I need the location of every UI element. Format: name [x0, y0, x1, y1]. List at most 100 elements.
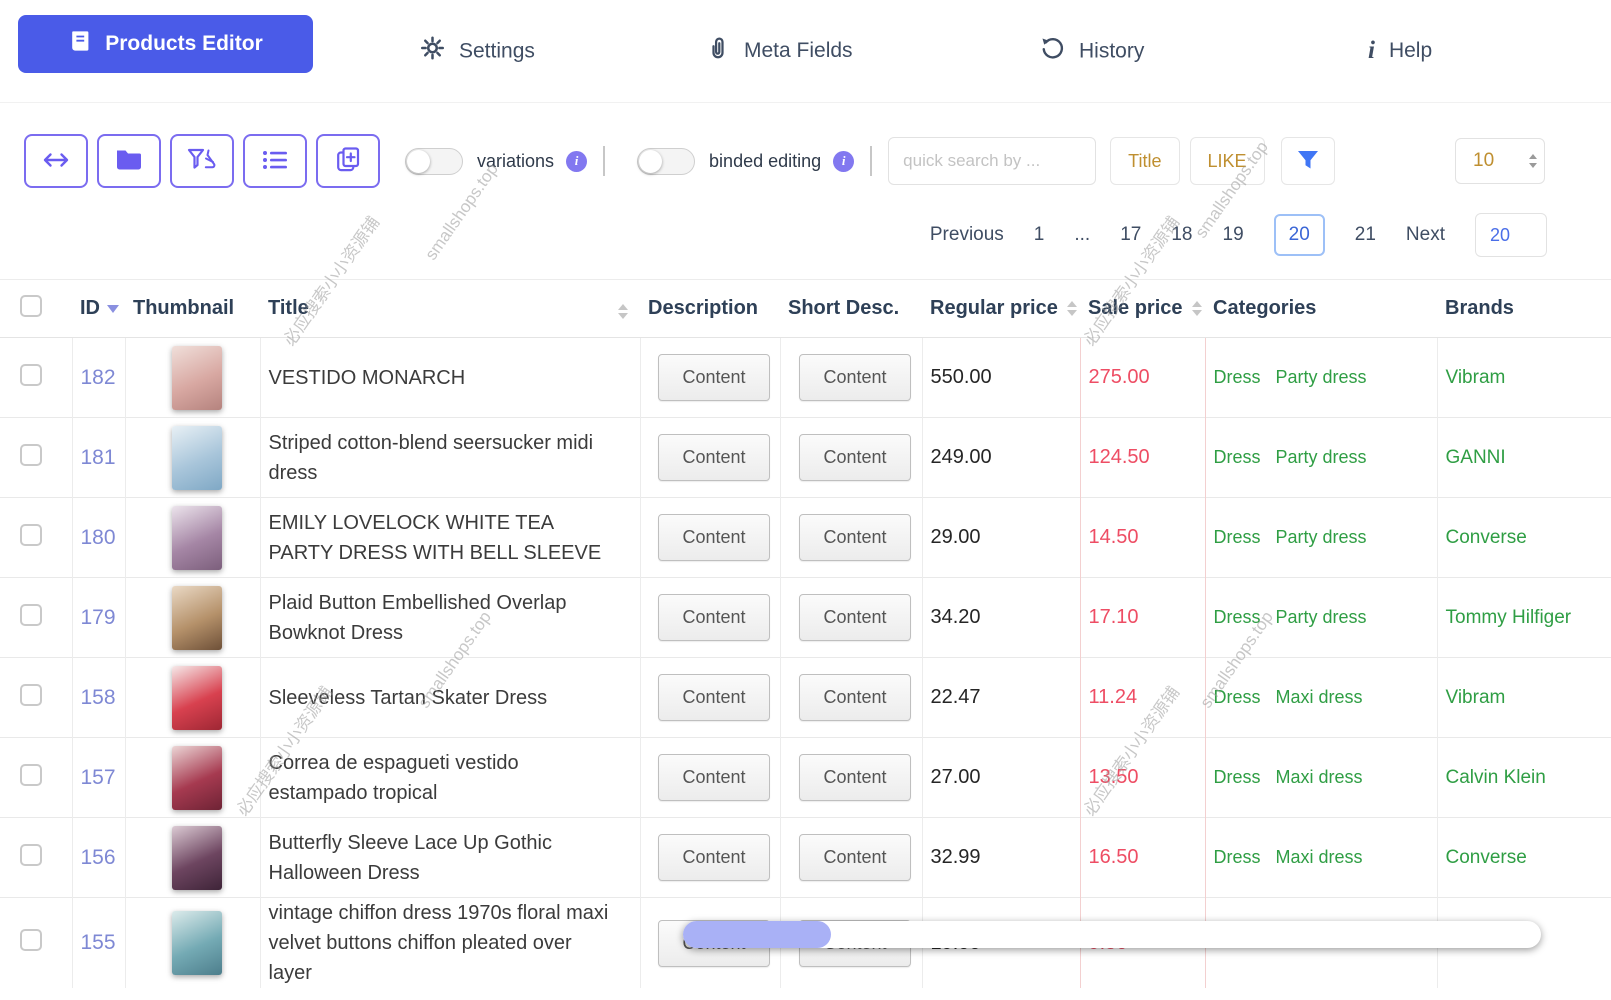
- description-content-button[interactable]: Content: [658, 754, 770, 801]
- tab-settings[interactable]: Settings: [420, 36, 535, 67]
- short-desc-content-button[interactable]: Content: [799, 834, 911, 881]
- search-operator-button[interactable]: LIKE: [1189, 137, 1265, 185]
- regular-price-value[interactable]: 34.20: [922, 577, 1081, 658]
- select-all-checkbox[interactable]: [20, 294, 42, 317]
- row-checkbox[interactable]: [20, 443, 42, 466]
- category-tag[interactable]: Dress: [1214, 607, 1261, 627]
- product-title[interactable]: Striped cotton-blend seersucker midi dre…: [260, 417, 641, 498]
- apply-filter-button[interactable]: [1280, 137, 1335, 185]
- row-checkbox[interactable]: [20, 683, 42, 706]
- short-desc-content-button[interactable]: Content: [799, 434, 911, 481]
- product-title[interactable]: Sleeveless Tartan Skater Dress: [260, 657, 641, 738]
- sale-price-value[interactable]: 13.50: [1080, 737, 1206, 818]
- sale-price-value[interactable]: 124.50: [1080, 417, 1206, 498]
- category-tag[interactable]: Dress: [1214, 367, 1261, 387]
- expand-columns-button[interactable]: [24, 134, 88, 188]
- product-brand[interactable]: Calvin Klein: [1437, 737, 1611, 818]
- variations-toggle[interactable]: [405, 147, 463, 175]
- sort-icon[interactable]: [1191, 301, 1202, 317]
- description-content-button[interactable]: Content: [658, 594, 770, 641]
- category-tag[interactable]: Dress: [1214, 767, 1261, 787]
- product-title[interactable]: Correa de espagueti vestido estampado tr…: [260, 737, 641, 818]
- tab-meta-fields[interactable]: Meta Fields: [706, 35, 853, 67]
- product-categories[interactable]: Dress Maxi dress: [1205, 657, 1438, 738]
- sale-price-value[interactable]: 14.50: [1080, 497, 1206, 578]
- product-thumbnail[interactable]: [171, 665, 222, 730]
- short-desc-content-button[interactable]: Content: [799, 354, 911, 401]
- open-folder-button[interactable]: [97, 134, 161, 188]
- product-brand[interactable]: Converse: [1437, 497, 1611, 578]
- category-tag[interactable]: Dress: [1214, 687, 1261, 707]
- header-regular-price[interactable]: Regular price: [922, 279, 1080, 338]
- short-desc-content-button[interactable]: Content: [799, 514, 911, 561]
- duplicate-add-button[interactable]: [316, 134, 380, 188]
- sale-price-value[interactable]: 16.50: [1080, 817, 1206, 898]
- description-content-button[interactable]: Content: [658, 834, 770, 881]
- tab-history[interactable]: History: [1040, 36, 1144, 67]
- product-title[interactable]: vintage chiffon dress 1970s floral maxi …: [260, 897, 641, 988]
- page-button-1[interactable]: 1: [1034, 224, 1045, 246]
- regular-price-value[interactable]: 22.47: [922, 657, 1081, 738]
- product-thumbnail[interactable]: [171, 345, 222, 410]
- category-tag[interactable]: Party dress: [1276, 527, 1367, 547]
- search-field-button[interactable]: Title: [1110, 137, 1180, 185]
- header-title[interactable]: Title: [260, 279, 640, 338]
- product-thumbnail[interactable]: [171, 585, 222, 650]
- product-thumbnail[interactable]: [171, 825, 222, 890]
- short-desc-content-button[interactable]: Content: [799, 674, 911, 721]
- regular-price-value[interactable]: 249.00: [922, 417, 1081, 498]
- product-brand[interactable]: GANNI: [1437, 417, 1611, 498]
- horizontal-scrollbar-track[interactable]: [683, 921, 1541, 948]
- page-button-20-active[interactable]: 20: [1273, 214, 1325, 256]
- page-button-19[interactable]: 19: [1223, 224, 1244, 246]
- row-checkbox[interactable]: [20, 929, 42, 951]
- category-tag[interactable]: Dress: [1214, 847, 1261, 867]
- category-tag[interactable]: Party dress: [1276, 447, 1367, 467]
- row-checkbox[interactable]: [20, 603, 42, 626]
- description-content-button[interactable]: Content: [658, 674, 770, 721]
- short-desc-content-button[interactable]: Content: [799, 594, 911, 641]
- category-tag[interactable]: Party dress: [1276, 367, 1367, 387]
- quick-search-input[interactable]: [888, 137, 1097, 185]
- tab-products-editor[interactable]: Products Editor: [18, 15, 313, 73]
- sort-icon[interactable]: [618, 304, 628, 319]
- category-tag[interactable]: Maxi dress: [1276, 687, 1363, 707]
- binded-editing-toggle[interactable]: [637, 147, 696, 175]
- stepper-arrows-icon[interactable]: [1529, 154, 1537, 168]
- short-desc-content-button[interactable]: Content: [799, 754, 911, 801]
- variations-info-icon[interactable]: i: [566, 150, 588, 172]
- header-id[interactable]: ID: [72, 279, 125, 338]
- product-title[interactable]: Butterfly Sleeve Lace Up Gothic Hallowee…: [260, 817, 641, 898]
- product-brand[interactable]: Vibram: [1437, 657, 1611, 738]
- list-view-button[interactable]: [243, 134, 307, 188]
- page-button-17[interactable]: 17: [1120, 224, 1141, 246]
- page-number-input[interactable]: [1475, 213, 1547, 257]
- page-button-18[interactable]: 18: [1171, 224, 1192, 246]
- category-tag[interactable]: Party dress: [1276, 607, 1367, 627]
- regular-price-value[interactable]: 550.00: [922, 337, 1081, 418]
- product-thumbnail[interactable]: [171, 745, 222, 810]
- page-size-select[interactable]: 10: [1455, 138, 1545, 184]
- product-brand[interactable]: Tommy Hilfiger: [1437, 577, 1611, 658]
- product-thumbnail[interactable]: [171, 911, 222, 975]
- product-title[interactable]: Plaid Button Embellished Overlap Bowknot…: [260, 577, 641, 658]
- category-tag[interactable]: Maxi dress: [1276, 847, 1363, 867]
- next-page-button[interactable]: Next: [1406, 224, 1445, 246]
- product-brand[interactable]: Vibram: [1437, 338, 1611, 418]
- product-categories[interactable]: Dress Party dress: [1205, 417, 1438, 498]
- description-content-button[interactable]: Content: [658, 434, 770, 481]
- row-checkbox[interactable]: [20, 363, 42, 386]
- product-thumbnail[interactable]: [171, 425, 222, 490]
- product-categories[interactable]: Dress Party dress: [1205, 497, 1438, 578]
- regular-price-value[interactable]: 27.00: [922, 737, 1081, 818]
- product-categories[interactable]: Dress Party dress: [1205, 337, 1438, 418]
- product-thumbnail[interactable]: [171, 505, 222, 570]
- product-title[interactable]: VESTIDO MONARCH: [260, 337, 641, 418]
- category-tag[interactable]: Dress: [1214, 447, 1261, 467]
- tab-help[interactable]: i Help: [1368, 37, 1432, 65]
- sale-price-value[interactable]: 11.24: [1080, 657, 1206, 738]
- product-brand[interactable]: Converse: [1437, 817, 1611, 898]
- product-categories[interactable]: Dress Maxi dress: [1205, 817, 1438, 898]
- category-tag[interactable]: Dress: [1214, 527, 1261, 547]
- regular-price-value[interactable]: 29.00: [922, 497, 1081, 578]
